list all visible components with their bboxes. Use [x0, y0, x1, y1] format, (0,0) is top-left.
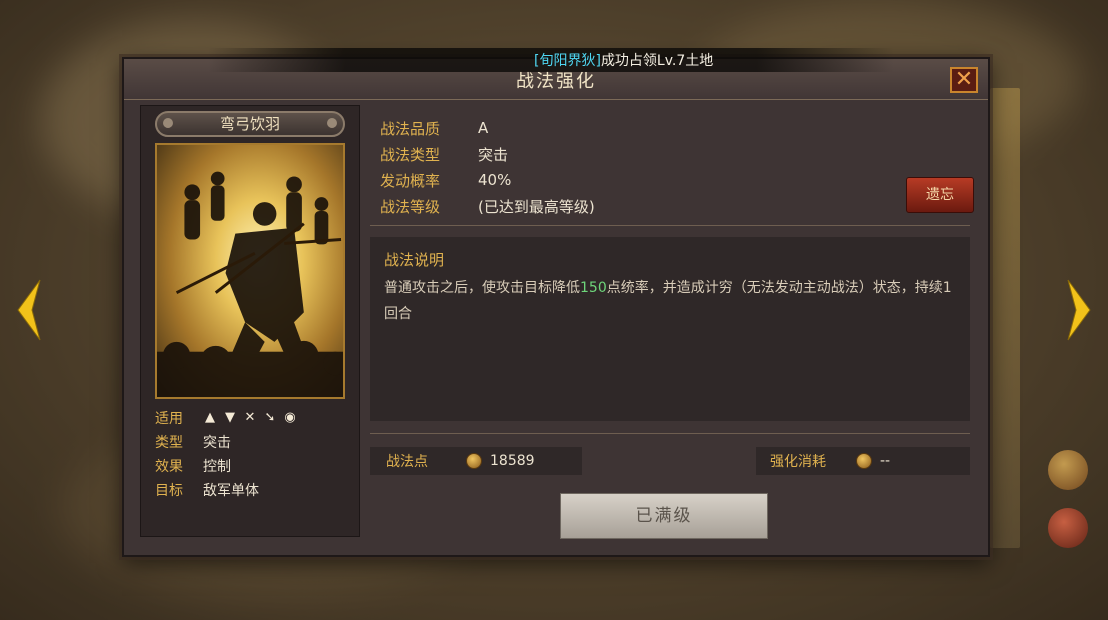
tactic-name: 弯弓饮羽 [219, 115, 280, 133]
prop-key: 适用 [155, 411, 183, 427]
info-row-trigger-rate: 发动概率 40% [380, 167, 970, 193]
tactic-points-label: 战法点 [386, 454, 428, 470]
notification-message: 成功占领Lv.7土地 [600, 53, 714, 69]
upgrade-cost-label: 强化消耗 [770, 454, 826, 470]
hud-orb-icon[interactable] [1048, 450, 1088, 490]
cavalry-icon: ▲ [205, 410, 215, 425]
shield-icon: ▼ [225, 410, 235, 425]
notification-alliance-tag: [旬阳界狄] [534, 53, 601, 69]
info-value: A [478, 119, 489, 137]
description-text: 普通攻击之后，使攻击目标降低150点统率，并造成计穷（无法发动主动战法）状态，持… [384, 275, 956, 327]
forget-button[interactable]: 遗忘 [906, 177, 974, 213]
siege-icon: ◉ [284, 410, 296, 425]
close-button[interactable]: ✕ [950, 67, 978, 93]
info-value: 40% [478, 171, 512, 189]
tactic-properties: 适用 ▲ ▼ ✕ ➘ ◉ 类型 突击 效果 控制 目标 敌军单体 [155, 406, 355, 502]
coin-icon [466, 453, 482, 469]
upgrade-cost-value: -- [880, 453, 891, 469]
plate-ornament [327, 118, 337, 128]
notification-marquee: [旬阳界狄] 成功占领Lv.7土地 [208, 48, 894, 72]
close-icon: ✕ [954, 67, 974, 92]
prop-row-applicable: 适用 ▲ ▼ ✕ ➘ ◉ [155, 406, 355, 430]
upgrade-cost-box: 强化消耗 -- [756, 447, 970, 475]
prop-row-target: 目标 敌军单体 [155, 478, 355, 502]
info-row-type: 战法类型 突击 [380, 141, 970, 167]
prev-arrow-icon[interactable] [14, 278, 42, 342]
divider [370, 225, 970, 226]
spear-icon: ➘ [264, 410, 276, 425]
prop-row-effect: 效果 控制 [155, 454, 355, 478]
tactic-artwork [155, 143, 345, 399]
description-title: 战法说明 [384, 251, 445, 269]
info-row-quality: 战法品质 A [380, 115, 970, 141]
prop-key: 目标 [155, 483, 183, 499]
plate-ornament [163, 118, 173, 128]
prop-row-type: 类型 突击 [155, 430, 355, 454]
prop-key: 效果 [155, 459, 183, 475]
hud-orb-icon[interactable] [1048, 508, 1088, 548]
info-key: 战法等级 [380, 197, 441, 216]
max-level-button[interactable]: 已满级 [560, 493, 768, 539]
coin-icon [856, 453, 872, 469]
info-row-level: 战法等级 (已达到最高等级) [380, 193, 970, 219]
info-key: 战法品质 [380, 119, 441, 138]
tactic-upgrade-panel: 战法强化 ✕ 弯弓饮羽 适用 ▲ ▼ ✕ ➘ ◉ 类型 突击 效果 控制 目标 … [122, 57, 990, 557]
info-value: 突击 [478, 145, 509, 164]
tactic-card: 弯弓饮羽 适用 ▲ ▼ ✕ ➘ ◉ 类型 突击 效果 控制 目标 敌军单体 [140, 105, 360, 537]
prop-value: 敌军单体 [203, 483, 259, 499]
tactic-points-box: 战法点 18589 [370, 447, 582, 475]
divider [370, 433, 970, 434]
description-text-part: 普通攻击之后，使攻击目标降低 [384, 280, 580, 296]
tactic-info: 战法品质 A 战法类型 突击 发动概率 40% 战法等级 (已达到最高等级) [380, 115, 970, 219]
info-key: 战法类型 [380, 145, 441, 164]
tactic-name-plate: 弯弓饮羽 [155, 111, 345, 137]
next-arrow-icon[interactable] [1066, 278, 1094, 342]
description-highlight-value: 150 [580, 280, 607, 296]
prop-value: 控制 [203, 459, 231, 475]
troop-type-icons: ▲ ▼ ✕ ➘ ◉ [203, 411, 297, 425]
info-value: (已达到最高等级) [478, 197, 595, 216]
prop-key: 类型 [155, 435, 183, 451]
description-box: 战法说明 普通攻击之后，使攻击目标降低150点统率，并造成计穷（无法发动主动战法… [370, 237, 970, 421]
tactic-points-value: 18589 [490, 453, 535, 469]
prop-value: 突击 [203, 435, 231, 451]
info-key: 发动概率 [380, 171, 441, 190]
hud-sidebar-strip [990, 88, 1020, 548]
bow-icon: ✕ [244, 410, 256, 425]
